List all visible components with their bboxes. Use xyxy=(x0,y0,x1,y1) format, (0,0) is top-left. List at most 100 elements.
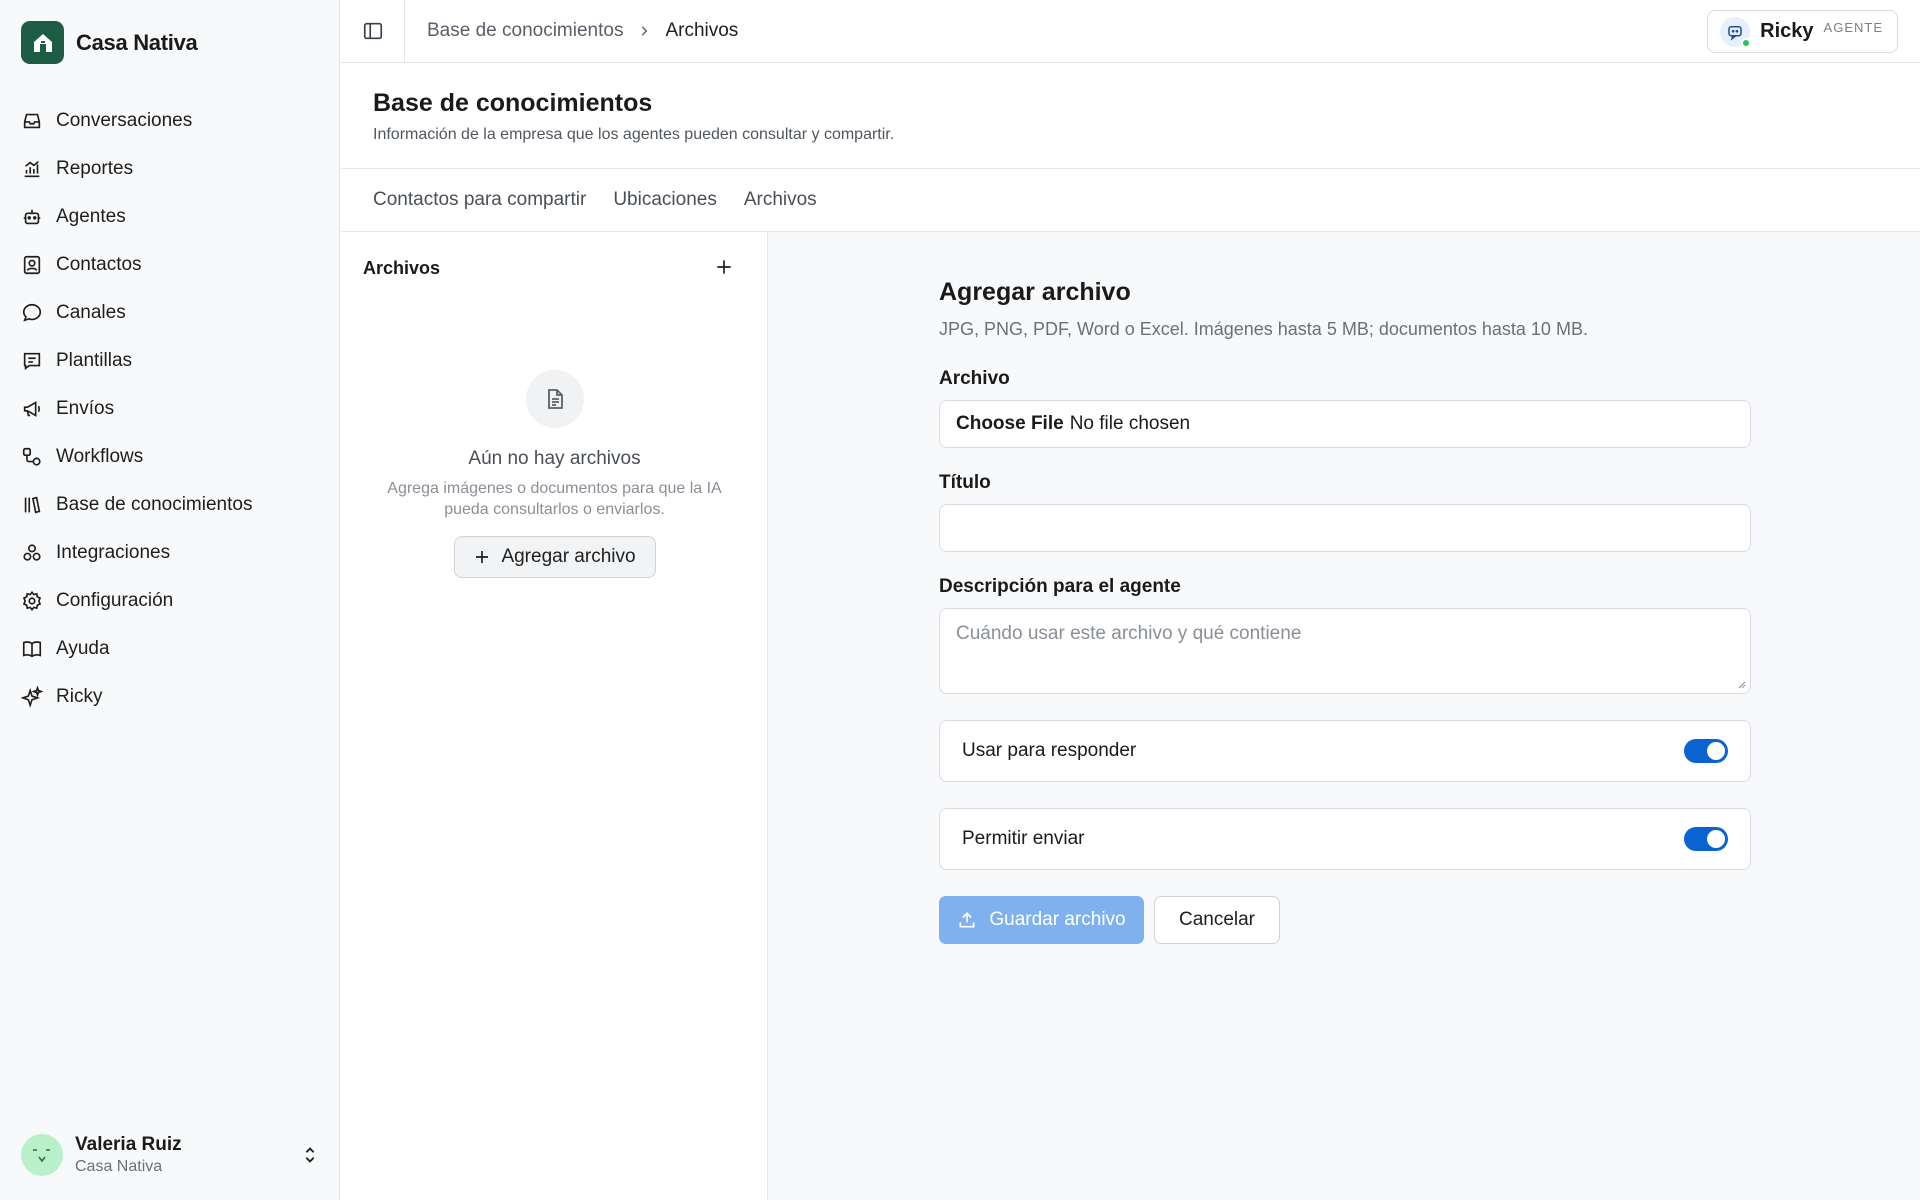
library-icon xyxy=(24,496,41,514)
sidebar-toggle-button[interactable] xyxy=(341,0,405,63)
user-name: Valeria Ruiz xyxy=(75,1134,182,1155)
sidebar: Casa Nativa Conversaciones Reportes Agen… xyxy=(0,0,340,1200)
brand-name: Casa Nativa xyxy=(76,29,198,55)
plus-icon xyxy=(476,551,489,563)
plus-icon xyxy=(717,260,731,274)
use-to-respond-row: Usar para responder xyxy=(939,720,1751,782)
brand[interactable]: Casa Nativa xyxy=(21,21,198,64)
agent-status-button[interactable]: Ricky AGENTE xyxy=(1707,10,1898,53)
sidebar-item-workflows[interactable]: Workflows xyxy=(0,433,340,481)
page-subtitle: Información de la empresa que los agente… xyxy=(373,126,895,143)
file-input[interactable]: Choose File No file chosen xyxy=(939,400,1751,448)
chevron-up-down-icon xyxy=(305,1147,315,1163)
save-file-button[interactable]: Guardar archivo xyxy=(939,896,1144,944)
add-file-button-label: Agregar archivo xyxy=(501,546,636,567)
inbox-icon xyxy=(23,113,41,129)
sidebar-panel-icon xyxy=(363,22,382,40)
knowledge-tabs: Contactos para compartir Ubicaciones Arc… xyxy=(341,169,1920,232)
robot-icon xyxy=(23,209,41,225)
online-status-dot xyxy=(1741,37,1752,48)
sidebar-item-label: Envíos xyxy=(56,398,115,419)
sidebar-item-ayuda[interactable]: Ayuda xyxy=(0,625,340,673)
house-icon xyxy=(21,21,64,64)
sidebar-item-plantillas[interactable]: Plantillas xyxy=(0,337,340,385)
allow-send-row: Permitir enviar xyxy=(939,808,1751,870)
breadcrumb-item-current: Archivos xyxy=(665,20,739,41)
form-title: Agregar archivo xyxy=(939,278,1131,306)
page-header: Base de conocimientos Información de la … xyxy=(341,64,1920,169)
sidebar-item-integraciones[interactable]: Integraciones xyxy=(0,529,340,577)
integrations-icon xyxy=(23,544,41,561)
description-label: Descripción para el agente xyxy=(939,576,1181,597)
sidebar-item-label: Contactos xyxy=(56,254,142,275)
sidebar-item-label: Workflows xyxy=(56,446,144,467)
tab-archivos[interactable]: Archivos xyxy=(744,189,817,211)
allow-send-label: Permitir enviar xyxy=(962,828,1085,849)
add-file-form-panel: Agregar archivo JPG, PNG, PDF, Word o Ex… xyxy=(768,232,1920,1200)
sidebar-item-canales[interactable]: Canales xyxy=(0,289,340,337)
sidebar-item-label: Reportes xyxy=(56,158,134,179)
chat-bubble-icon xyxy=(22,303,42,322)
sidebar-item-label: Plantillas xyxy=(56,350,133,371)
sidebar-nav: Conversaciones Reportes Agentes Contacto… xyxy=(0,97,340,721)
sidebar-item-label: Conversaciones xyxy=(56,110,193,131)
sidebar-item-label: Integraciones xyxy=(56,542,171,563)
sidebar-item-label: Configuración xyxy=(56,590,174,611)
file-status: No file chosen xyxy=(1069,413,1191,434)
topbar: Base de conocimientos Archivos Ricky AGE… xyxy=(341,0,1920,63)
choose-file-button[interactable]: Choose File xyxy=(956,413,1064,435)
resize-handle-icon[interactable] xyxy=(1736,679,1746,689)
sidebar-item-envios[interactable]: Envíos xyxy=(0,385,340,433)
cancel-button[interactable]: Cancelar xyxy=(1154,896,1280,944)
sparkles-icon xyxy=(21,686,43,708)
add-file-form: Agregar archivo JPG, PNG, PDF, Word o Ex… xyxy=(939,278,1751,944)
form-actions: Guardar archivo Cancelar xyxy=(939,896,1751,944)
sidebar-item-label: Ricky xyxy=(56,686,103,707)
save-file-button-label: Guardar archivo xyxy=(989,909,1126,930)
description-placeholder: Cuándo usar este archivo y qué contiene xyxy=(956,623,1302,644)
user-org: Casa Nativa xyxy=(75,1158,163,1175)
page-title: Base de conocimientos xyxy=(373,89,653,117)
breadcrumb: Base de conocimientos Archivos xyxy=(427,20,738,42)
workflow-icon xyxy=(22,447,41,466)
agent-name: Ricky xyxy=(1760,20,1814,42)
tab-ubicaciones[interactable]: Ubicaciones xyxy=(613,189,717,211)
book-icon xyxy=(22,641,42,658)
sidebar-item-ricky[interactable]: Ricky xyxy=(0,673,340,721)
agent-role-badge: AGENTE xyxy=(1823,20,1883,35)
sidebar-item-label: Base de conocimientos xyxy=(56,494,253,515)
file-label: Archivo xyxy=(939,368,1010,389)
empty-state-description: Agrega imágenes o documentos para que la… xyxy=(387,480,722,518)
files-heading: Archivos xyxy=(363,258,441,278)
title-input[interactable] xyxy=(939,504,1751,552)
allow-send-toggle[interactable] xyxy=(1684,827,1728,851)
use-to-respond-label: Usar para responder xyxy=(962,740,1137,761)
sidebar-item-agentes[interactable]: Agentes xyxy=(0,193,340,241)
description-textarea[interactable]: Cuándo usar este archivo y qué contiene xyxy=(939,608,1751,694)
tab-contactos-para-compartir[interactable]: Contactos para compartir xyxy=(373,189,586,211)
gear-icon xyxy=(22,590,42,612)
sidebar-item-reportes[interactable]: Reportes xyxy=(0,145,340,193)
sidebar-item-contactos[interactable]: Contactos xyxy=(0,241,340,289)
sidebar-item-conversaciones[interactable]: Conversaciones xyxy=(0,97,340,145)
sidebar-item-base-de-conocimientos[interactable]: Base de conocimientos xyxy=(0,481,340,529)
files-panel: Archivos Aún no hay archivos Agrega imág… xyxy=(341,232,768,1200)
user-menu[interactable]: Valeria Ruiz Casa Nativa xyxy=(21,1130,321,1180)
form-help-text: JPG, PNG, PDF, Word o Excel. Imágenes ha… xyxy=(939,319,1588,339)
sidebar-item-label: Ayuda xyxy=(56,638,110,659)
document-icon xyxy=(525,370,584,428)
contact-icon xyxy=(23,255,41,275)
use-to-respond-toggle[interactable] xyxy=(1684,739,1728,763)
avatar xyxy=(21,1134,63,1176)
template-icon xyxy=(23,352,41,370)
add-file-plus-button[interactable] xyxy=(711,254,737,280)
add-file-button[interactable]: Agregar archivo xyxy=(453,536,656,578)
sidebar-item-label: Canales xyxy=(56,302,126,323)
sidebar-item-label: Agentes xyxy=(56,206,126,227)
sidebar-item-configuracion[interactable]: Configuración xyxy=(0,577,340,625)
upload-icon xyxy=(959,912,975,928)
breadcrumb-item-knowledge[interactable]: Base de conocimientos xyxy=(427,20,623,42)
bot-chat-icon xyxy=(1720,16,1752,48)
title-label: Título xyxy=(939,472,991,493)
chart-icon xyxy=(24,161,40,178)
